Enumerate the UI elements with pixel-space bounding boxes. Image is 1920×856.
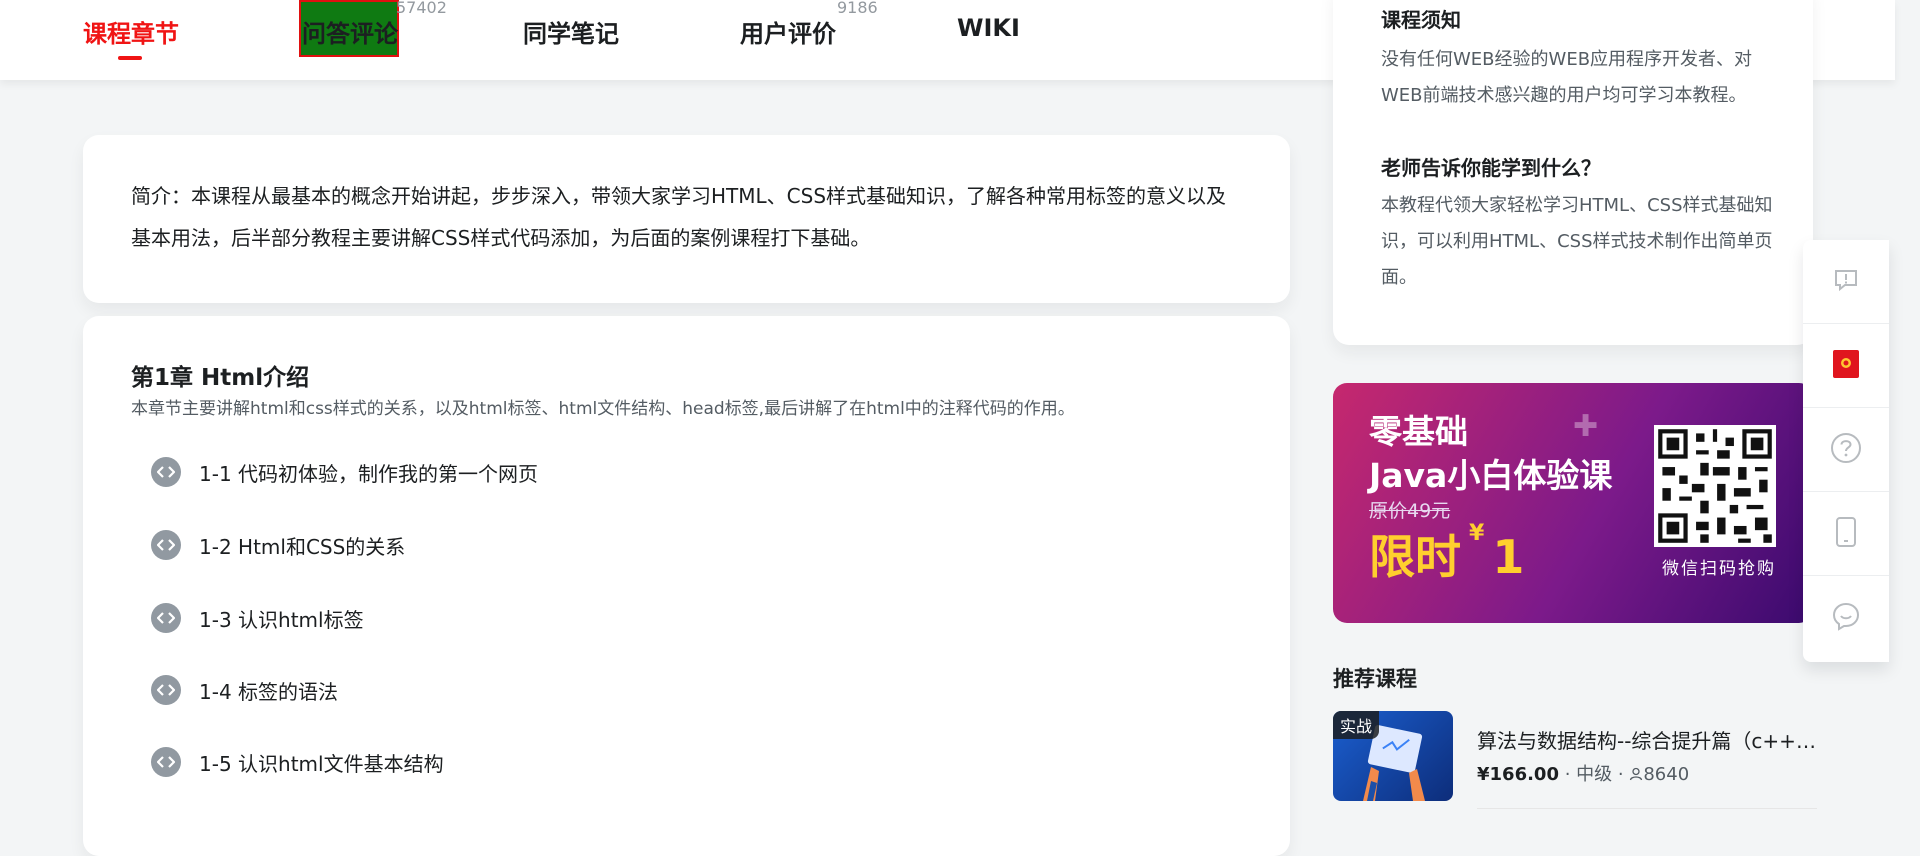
help-icon — [1830, 432, 1862, 468]
learn-title: 老师告诉你能学到什么？ — [1381, 156, 1601, 180]
red-envelope-button[interactable] — [1803, 324, 1889, 408]
user-icon — [1629, 764, 1643, 785]
divider — [1477, 808, 1817, 809]
course-name[interactable]: 算法与数据结构--综合提升篇（c++版） — [1477, 725, 1817, 754]
price-value: 1 — [1492, 530, 1525, 584]
feedback-button[interactable] — [1803, 240, 1889, 324]
qa-count: 57402 — [396, 0, 447, 17]
lesson-item[interactable]: 1-3 认识html标签 — [151, 602, 364, 634]
floating-sidebar — [1803, 240, 1889, 662]
lesson-item[interactable]: 1-2 Html和CSS的关系 — [151, 529, 405, 561]
tab-reviews[interactable]: 用户评价 — [740, 14, 836, 49]
notice-title: 课程须知 — [1381, 8, 1461, 32]
tab-wiki[interactable]: WIKI — [957, 14, 1020, 42]
course-thumbnail[interactable]: 实战 — [1333, 711, 1453, 801]
chat-icon — [1831, 601, 1861, 635]
help-button[interactable] — [1803, 408, 1889, 492]
course-notice-card: 课程须知 没有任何WEB经验的WEB应用程序开发者、对WEB前端技术感兴趣的用户… — [1333, 0, 1813, 345]
feedback-icon — [1832, 266, 1860, 298]
lesson-item[interactable]: 1-5 认识html文件基本结构 — [151, 746, 444, 778]
tab-notes[interactable]: 同学笔记 — [523, 14, 619, 49]
plus-decoration-icon: ✚ — [1573, 409, 1599, 444]
mobile-app-button[interactable] — [1803, 492, 1889, 576]
course-price: ¥166.00 — [1477, 764, 1559, 785]
lesson-label: 1-1 代码初体验，制作我的第一个网页 — [199, 461, 539, 486]
chapter-description: 本章节主要讲解html和css样式的关系，以及html标签、html文件结构、h… — [131, 399, 1075, 419]
lesson-label: 1-4 标签的语法 — [199, 679, 339, 704]
banner-line1: 零基础 — [1369, 412, 1468, 451]
code-icon — [151, 747, 181, 777]
course-meta: ¥166.00 · 中级 · 8640 — [1477, 764, 1690, 785]
yen-sign: ¥ — [1469, 521, 1485, 546]
mobile-app-icon — [1835, 516, 1857, 551]
chapter-title: 第1章 Html介绍 — [131, 365, 310, 391]
promo-price: 限时 ¥1 — [1369, 521, 1524, 587]
intro-card: 简介：本课程从最基本的概念开始讲起，步步深入，带领大家学习HTML、CSS样式基… — [83, 135, 1290, 303]
code-icon — [151, 603, 181, 633]
chapter-card: 第1章 Html介绍 本章节主要讲解html和css样式的关系，以及html标签… — [83, 316, 1290, 856]
learn-text: 本教程代领大家轻松学习HTML、CSS样式基础知识，可以利用HTML、CSS样式… — [1381, 195, 1773, 288]
java-promo-banner[interactable]: ✚ 零基础 Java小白体验课 原价49元 限时 ¥1 微信扫码抢购 — [1333, 383, 1813, 623]
lesson-label: 1-5 认识html文件基本结构 — [199, 751, 444, 776]
lesson-label: 1-3 认识html标签 — [199, 607, 364, 632]
course-level: 中级 — [1576, 764, 1613, 785]
active-tab-indicator — [118, 56, 142, 60]
code-icon — [151, 530, 181, 560]
limit-label: 限时 — [1369, 530, 1461, 584]
banner-line2: Java小白体验课 — [1369, 456, 1613, 495]
code-icon — [151, 675, 181, 705]
scan-to-buy-label: 微信扫码抢购 — [1662, 559, 1776, 579]
notice-text: 没有任何WEB经验的WEB应用程序开发者、对WEB前端技术感兴趣的用户均可学习本… — [1381, 49, 1753, 106]
practice-tag: 实战 — [1333, 711, 1380, 739]
reviews-count: 9186 — [837, 0, 878, 17]
course-students: 8640 — [1643, 764, 1690, 785]
original-price: 原价49元 — [1369, 500, 1451, 522]
tab-qa-comments[interactable]: 问答评论 — [302, 14, 398, 49]
chat-button[interactable] — [1803, 576, 1889, 660]
lesson-label: 1-2 Html和CSS的关系 — [199, 534, 406, 559]
lesson-item[interactable]: 1-4 标签的语法 — [151, 674, 338, 706]
course-intro: 简介：本课程从最基本的概念开始讲起，步步深入，带领大家学习HTML、CSS样式基… — [131, 184, 1227, 250]
recommend-title: 推荐课程 — [1333, 667, 1417, 691]
code-icon — [151, 457, 181, 487]
lesson-item[interactable]: 1-1 代码初体验，制作我的第一个网页 — [151, 456, 538, 488]
tab-chapters[interactable]: 课程章节 — [83, 14, 179, 49]
qr-code-icon — [1654, 425, 1776, 547]
red-envelope-icon — [1832, 349, 1860, 383]
